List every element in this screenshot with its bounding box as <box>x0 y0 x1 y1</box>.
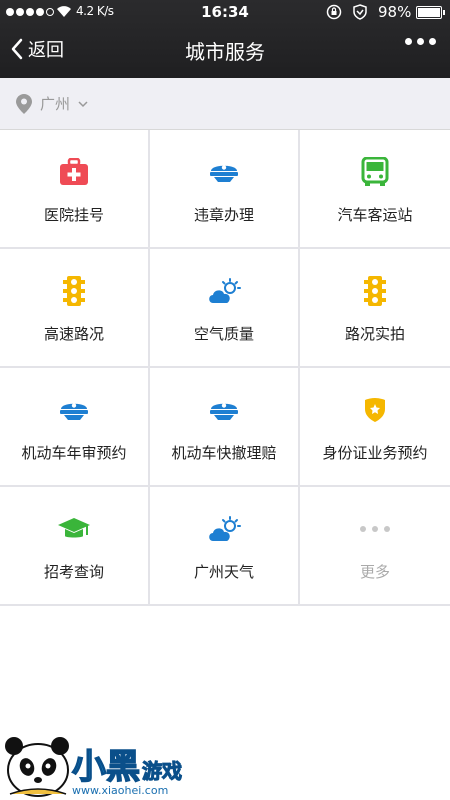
traffic-light-icon <box>364 276 386 306</box>
battery-percent: 98% <box>378 3 412 21</box>
bus-icon <box>361 157 389 186</box>
svg-text:小黑: 小黑 <box>72 747 140 787</box>
traffic-light-icon <box>63 276 85 306</box>
svg-text:游戏: 游戏 <box>142 759 182 783</box>
service-label: 违章办理 <box>193 206 254 224</box>
graduation-cap-icon <box>58 518 90 538</box>
shield-icon <box>353 4 367 20</box>
service-label: 身份证业务预约 <box>322 444 428 462</box>
weather-cloud-sun-icon <box>209 516 241 541</box>
navigation-bar: 返回 城市服务 <box>0 26 450 78</box>
battery-icon <box>416 6 445 19</box>
police-cap-icon <box>60 403 88 420</box>
rotation-lock-icon <box>326 4 342 20</box>
location-pin-icon <box>16 93 32 114</box>
service-highway-traffic[interactable]: 高速路况 <box>0 249 150 368</box>
service-road-live-photos[interactable]: 路况实拍 <box>300 249 450 368</box>
panda-mascot-icon <box>5 737 69 797</box>
service-label: 机动车快撤理赔 <box>171 444 277 462</box>
service-label: 更多 <box>359 563 390 581</box>
service-label: 机动车年审预约 <box>21 444 127 462</box>
service-quick-claim[interactable]: 机动车快撤理赔 <box>150 368 300 487</box>
more-dots-icon <box>360 526 390 532</box>
police-badge-icon <box>365 398 385 422</box>
service-label: 空气质量 <box>193 325 254 343</box>
police-cap-icon <box>210 403 238 420</box>
more-options-button[interactable] <box>405 38 436 45</box>
brand-lettering: 小黑 游戏 www.xiaohei.com <box>71 746 182 797</box>
service-label: 高速路况 <box>43 325 104 343</box>
service-vehicle-inspection-booking[interactable]: 机动车年审预约 <box>0 368 150 487</box>
top-bar: 4.2 K/s 16:34 98% 返回 城市服务 <box>0 0 450 78</box>
service-label: 广州天气 <box>193 563 254 581</box>
location-selector[interactable]: 广州 <box>0 78 450 130</box>
service-air-quality[interactable]: 空气质量 <box>150 249 300 368</box>
service-label: 路况实拍 <box>344 325 405 343</box>
service-label: 招考查询 <box>43 563 104 581</box>
service-label: 汽车客运站 <box>337 206 413 224</box>
svg-text:www.xiaohei.com: www.xiaohei.com <box>72 784 168 797</box>
watermark-logo: 小黑 游戏 www.xiaohei.com <box>5 737 183 797</box>
service-guangzhou-weather[interactable]: 广州天气 <box>150 487 300 606</box>
police-cap-icon <box>210 165 238 182</box>
first-aid-kit-icon <box>60 158 88 185</box>
service-traffic-violation[interactable]: 违章办理 <box>150 130 300 249</box>
weather-cloud-sun-icon <box>209 278 241 303</box>
service-id-card-booking[interactable]: 身份证业务预约 <box>300 368 450 487</box>
chevron-down-icon <box>78 100 88 107</box>
service-hospital-registration[interactable]: 医院挂号 <box>0 130 150 249</box>
page-title: 城市服务 <box>185 40 265 64</box>
status-bar: 4.2 K/s 16:34 98% <box>0 0 450 26</box>
service-bus-station[interactable]: 汽车客运站 <box>300 130 450 249</box>
service-exam-query[interactable]: 招考查询 <box>0 487 150 606</box>
location-city: 广州 <box>40 95 71 113</box>
service-grid: 医院挂号 违章办理 汽车客运站 高速路况 空气质量 路况实拍 机动车年审预约 机… <box>0 130 450 606</box>
service-more[interactable]: 更多 <box>300 487 450 606</box>
service-label: 医院挂号 <box>43 206 104 224</box>
